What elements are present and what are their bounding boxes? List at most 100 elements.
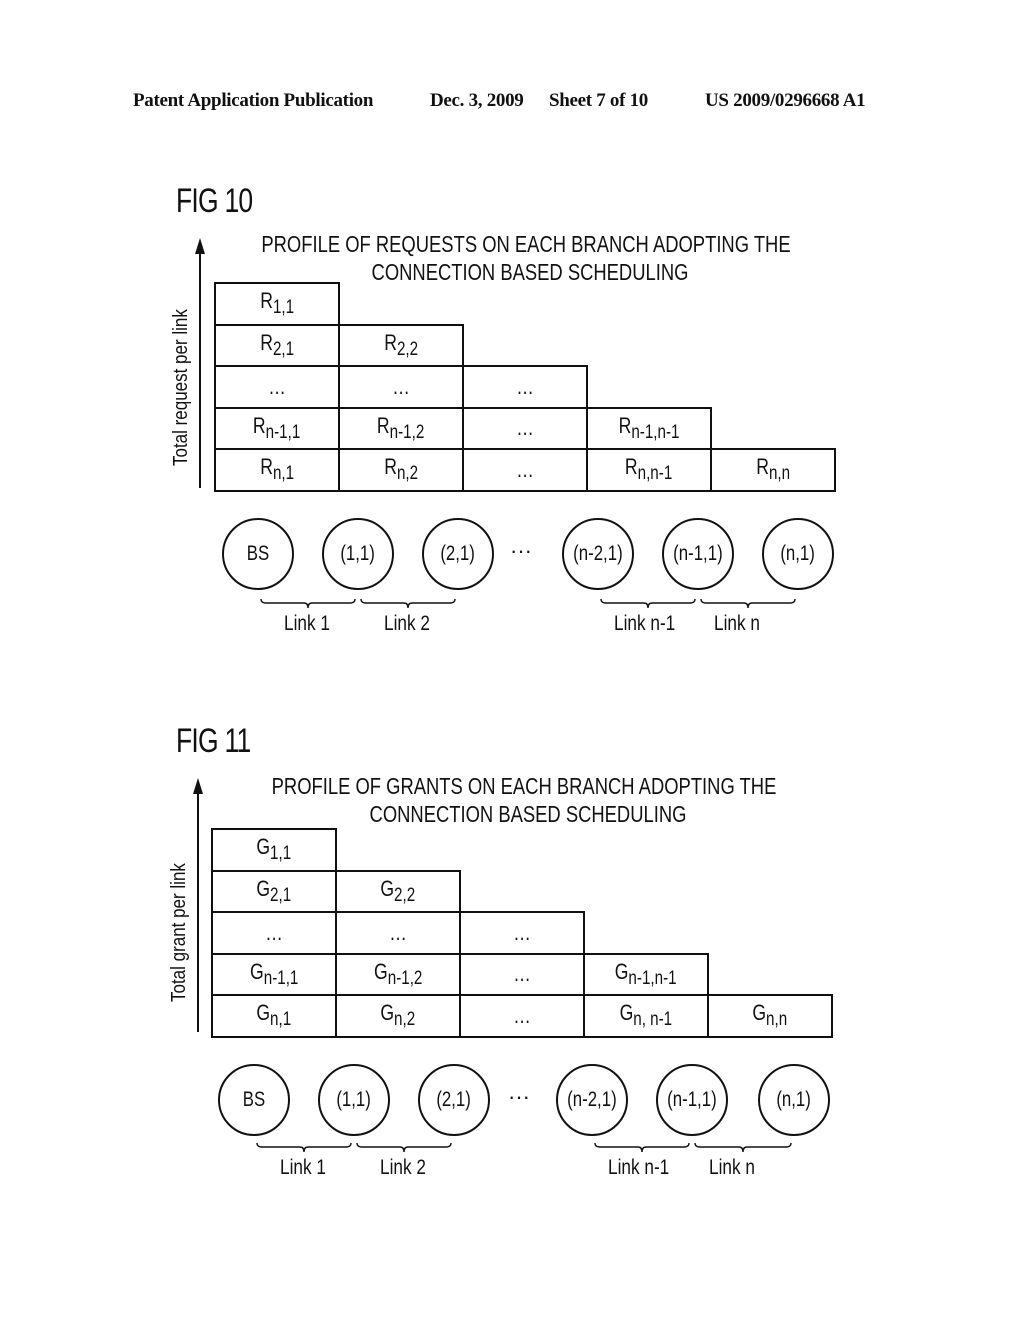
link-brace-icon xyxy=(360,598,456,609)
cell-symbol: … xyxy=(516,456,534,482)
cell-subscript: n-1,1 xyxy=(266,421,301,443)
requests-cell: … xyxy=(214,365,340,409)
link-brace-icon xyxy=(594,1142,690,1153)
cell-symbol: Gn-1,2 xyxy=(373,958,423,989)
grants-cell: Gn-1,n-1 xyxy=(583,952,709,996)
node-label: (n,1) xyxy=(776,1088,812,1111)
cell-subscript: 2,1 xyxy=(272,338,294,360)
node-n-1-1: (n-1,1) xyxy=(662,518,734,590)
grants-cell: G2,1 xyxy=(211,869,337,913)
cell-symbol: Gn-1,n-1 xyxy=(615,958,677,989)
node-label: (n-2,1) xyxy=(567,1088,617,1111)
cell-symbol: G1,1 xyxy=(256,834,292,865)
y-axis-arrow-icon xyxy=(195,238,205,254)
cell-symbol: Gn,2 xyxy=(380,1000,416,1031)
cell-symbol: Gn,n xyxy=(752,1000,788,1031)
cell-symbol: Rn-1,n-1 xyxy=(618,412,680,443)
y-axis-arrow-icon xyxy=(193,778,203,794)
cell-symbol: … xyxy=(516,373,534,399)
cell-subscript: n, n-1 xyxy=(633,1009,673,1031)
cell-subscript: n,n xyxy=(766,1009,788,1031)
cell-symbol: Rn,1 xyxy=(260,454,294,485)
grants-cell: Gn,1 xyxy=(211,994,337,1038)
node-2-1: (2,1) xyxy=(422,518,494,590)
link-label: Link 2 xyxy=(380,1156,426,1179)
figure-label: FIG 10 xyxy=(176,182,253,220)
node-label: (n-1,1) xyxy=(667,1088,717,1111)
grants-cell: G1,1 xyxy=(211,828,337,872)
cell-symbol: Gn,1 xyxy=(256,1000,292,1031)
node-label: (1,1) xyxy=(336,1088,372,1111)
cell-symbol: Rn-1,1 xyxy=(253,412,301,443)
cell-symbol: Rn-1,2 xyxy=(377,412,425,443)
figure-title-line-1: PROFILE OF GRANTS ON EACH BRANCH ADOPTIN… xyxy=(271,773,777,799)
node-n-2-1: (n-2,1) xyxy=(556,1064,628,1136)
cell-subscript: 2,2 xyxy=(394,884,416,906)
requests-cell: … xyxy=(338,365,464,409)
cell-subscript: 1,1 xyxy=(272,297,294,319)
cell-symbol: Rn,2 xyxy=(384,454,418,485)
grants-cell: … xyxy=(211,911,337,955)
cell-subscript: 2,2 xyxy=(396,338,418,360)
figure-label: FIG 11 xyxy=(176,722,251,760)
cell-symbol: … xyxy=(513,919,531,945)
grants-cell: Gn-1,2 xyxy=(335,952,461,996)
node-label: (n,1) xyxy=(780,542,816,565)
node-2-1: (2,1) xyxy=(418,1064,490,1136)
link-label: Link n-1 xyxy=(614,612,676,635)
cell-symbol: … xyxy=(265,919,283,945)
node-bs: BS xyxy=(222,518,294,590)
node-label: (n-2,1) xyxy=(573,542,623,565)
cell-subscript: n,2 xyxy=(394,1009,416,1031)
cell-subscript: n-1,2 xyxy=(387,967,423,989)
link-label: Link n-1 xyxy=(608,1156,670,1179)
patent-number: US 2009/0296668 A1 xyxy=(705,90,866,111)
requests-cell: … xyxy=(462,365,588,409)
link-brace-icon xyxy=(356,1142,452,1153)
link-label: Link 1 xyxy=(284,612,330,635)
link-label: Link 1 xyxy=(280,1156,326,1179)
link-label: Link n xyxy=(709,1156,755,1179)
cell-subscript: 1,1 xyxy=(270,843,292,865)
publication-date: Dec. 3, 2009 xyxy=(430,90,524,111)
cell-symbol: G2,2 xyxy=(380,875,416,906)
grants-cell: … xyxy=(459,911,585,955)
cell-symbol: Rn,n-1 xyxy=(625,454,673,485)
requests-cell: Rn,1 xyxy=(214,448,340,492)
cell-subscript: n-1,1 xyxy=(263,967,299,989)
node-label: (n-1,1) xyxy=(673,542,723,565)
cell-subscript: n,2 xyxy=(396,463,418,485)
grants-cell: Gn-1,1 xyxy=(211,952,337,996)
link-brace-icon xyxy=(700,598,796,609)
y-axis-label: Total grant per link xyxy=(168,863,190,1002)
grants-cell: … xyxy=(459,994,585,1038)
publication-type: Patent Application Publication xyxy=(133,90,374,111)
requests-cell: R1,1 xyxy=(214,282,340,326)
y-axis-label: Total request per link xyxy=(170,309,192,466)
node-bs: BS xyxy=(218,1064,290,1136)
cell-symbol: Rn,n xyxy=(756,454,790,485)
cell-symbol: R2,1 xyxy=(260,329,294,360)
figure-title-line-1: PROFILE OF REQUESTS ON EACH BRANCH ADOPT… xyxy=(261,231,791,257)
node-label: BS xyxy=(246,542,270,565)
node-n-1: (n,1) xyxy=(758,1064,830,1136)
cell-subscript: n,n-1 xyxy=(638,463,673,485)
link-brace-icon xyxy=(256,1142,352,1153)
grants-cell: … xyxy=(459,952,585,996)
link-label: Link 2 xyxy=(384,612,430,635)
node-n-2-1: (n-2,1) xyxy=(562,518,634,590)
cell-symbol: R1,1 xyxy=(260,288,294,319)
cell-symbol: … xyxy=(268,373,286,399)
grants-cell: G2,2 xyxy=(335,869,461,913)
nodes-ellipsis: ··· xyxy=(510,538,532,563)
cell-symbol: … xyxy=(389,919,407,945)
cell-symbol: R2,2 xyxy=(384,329,418,360)
node-n-1-1: (n-1,1) xyxy=(656,1064,728,1136)
grants-cell: Gn, n-1 xyxy=(583,994,709,1038)
cell-subscript: n,n xyxy=(768,463,790,485)
node-1-1: (1,1) xyxy=(318,1064,390,1136)
requests-cell: Rn-1,n-1 xyxy=(586,406,712,450)
node-1-1: (1,1) xyxy=(322,518,394,590)
cell-subscript: n-1,2 xyxy=(390,421,425,443)
link-brace-icon xyxy=(694,1142,792,1153)
